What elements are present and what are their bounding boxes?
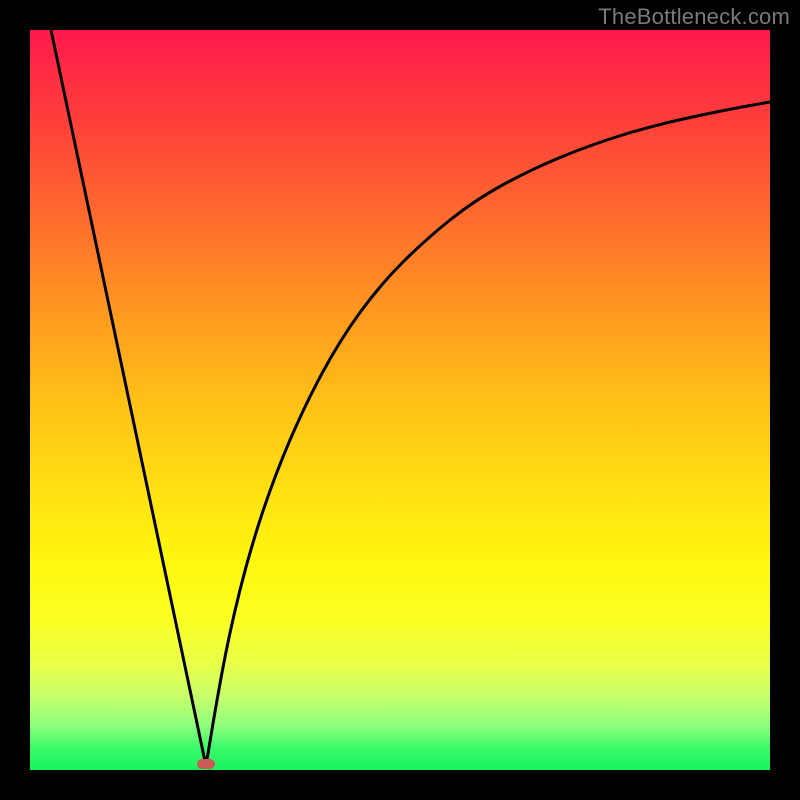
bottleneck-curve xyxy=(51,30,770,766)
watermark-text: TheBottleneck.com xyxy=(598,4,790,30)
minimum-marker xyxy=(197,759,215,769)
plot-area xyxy=(30,30,770,770)
chart-frame: TheBottleneck.com xyxy=(0,0,800,800)
curve-svg xyxy=(30,30,770,770)
